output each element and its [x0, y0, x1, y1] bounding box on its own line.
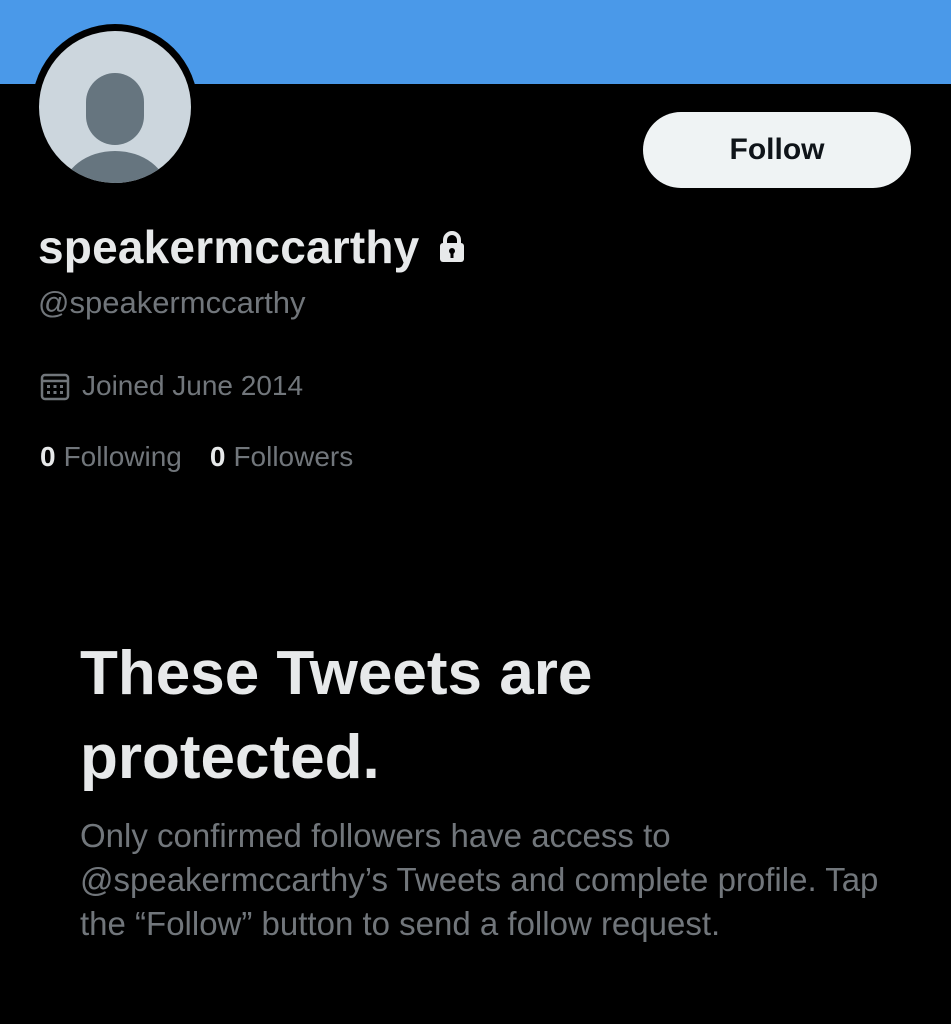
followers-count: 0: [209, 441, 226, 472]
display-name-row: speakermccarthy: [38, 220, 467, 274]
avatar[interactable]: [32, 24, 198, 190]
follow-button[interactable]: Follow: [643, 112, 911, 188]
following-stat[interactable]: 0 Following: [40, 441, 182, 473]
follow-stats: 0 Following 0 Followers: [40, 441, 353, 473]
calendar-icon: [40, 370, 70, 402]
followers-stat[interactable]: 0 Followers: [210, 441, 353, 473]
profile-handle: @speakermccarthy: [38, 285, 306, 320]
joined-date: Joined June 2014: [82, 370, 304, 401]
default-avatar-icon: [39, 31, 191, 183]
display-name: speakermccarthy: [38, 221, 420, 273]
following-count: 0: [40, 441, 56, 472]
following-label: Following: [63, 441, 182, 472]
profile-page: Follow speakermccarthy @speakermccarthy: [0, 0, 951, 1024]
protected-title: These Tweets are protected.: [80, 639, 593, 792]
lock-icon: [437, 230, 467, 264]
joined-date-row: Joined June 2014: [40, 370, 303, 402]
followers-label: Followers: [233, 441, 354, 472]
protected-description: Only confirmed followers have access to …: [80, 817, 879, 942]
